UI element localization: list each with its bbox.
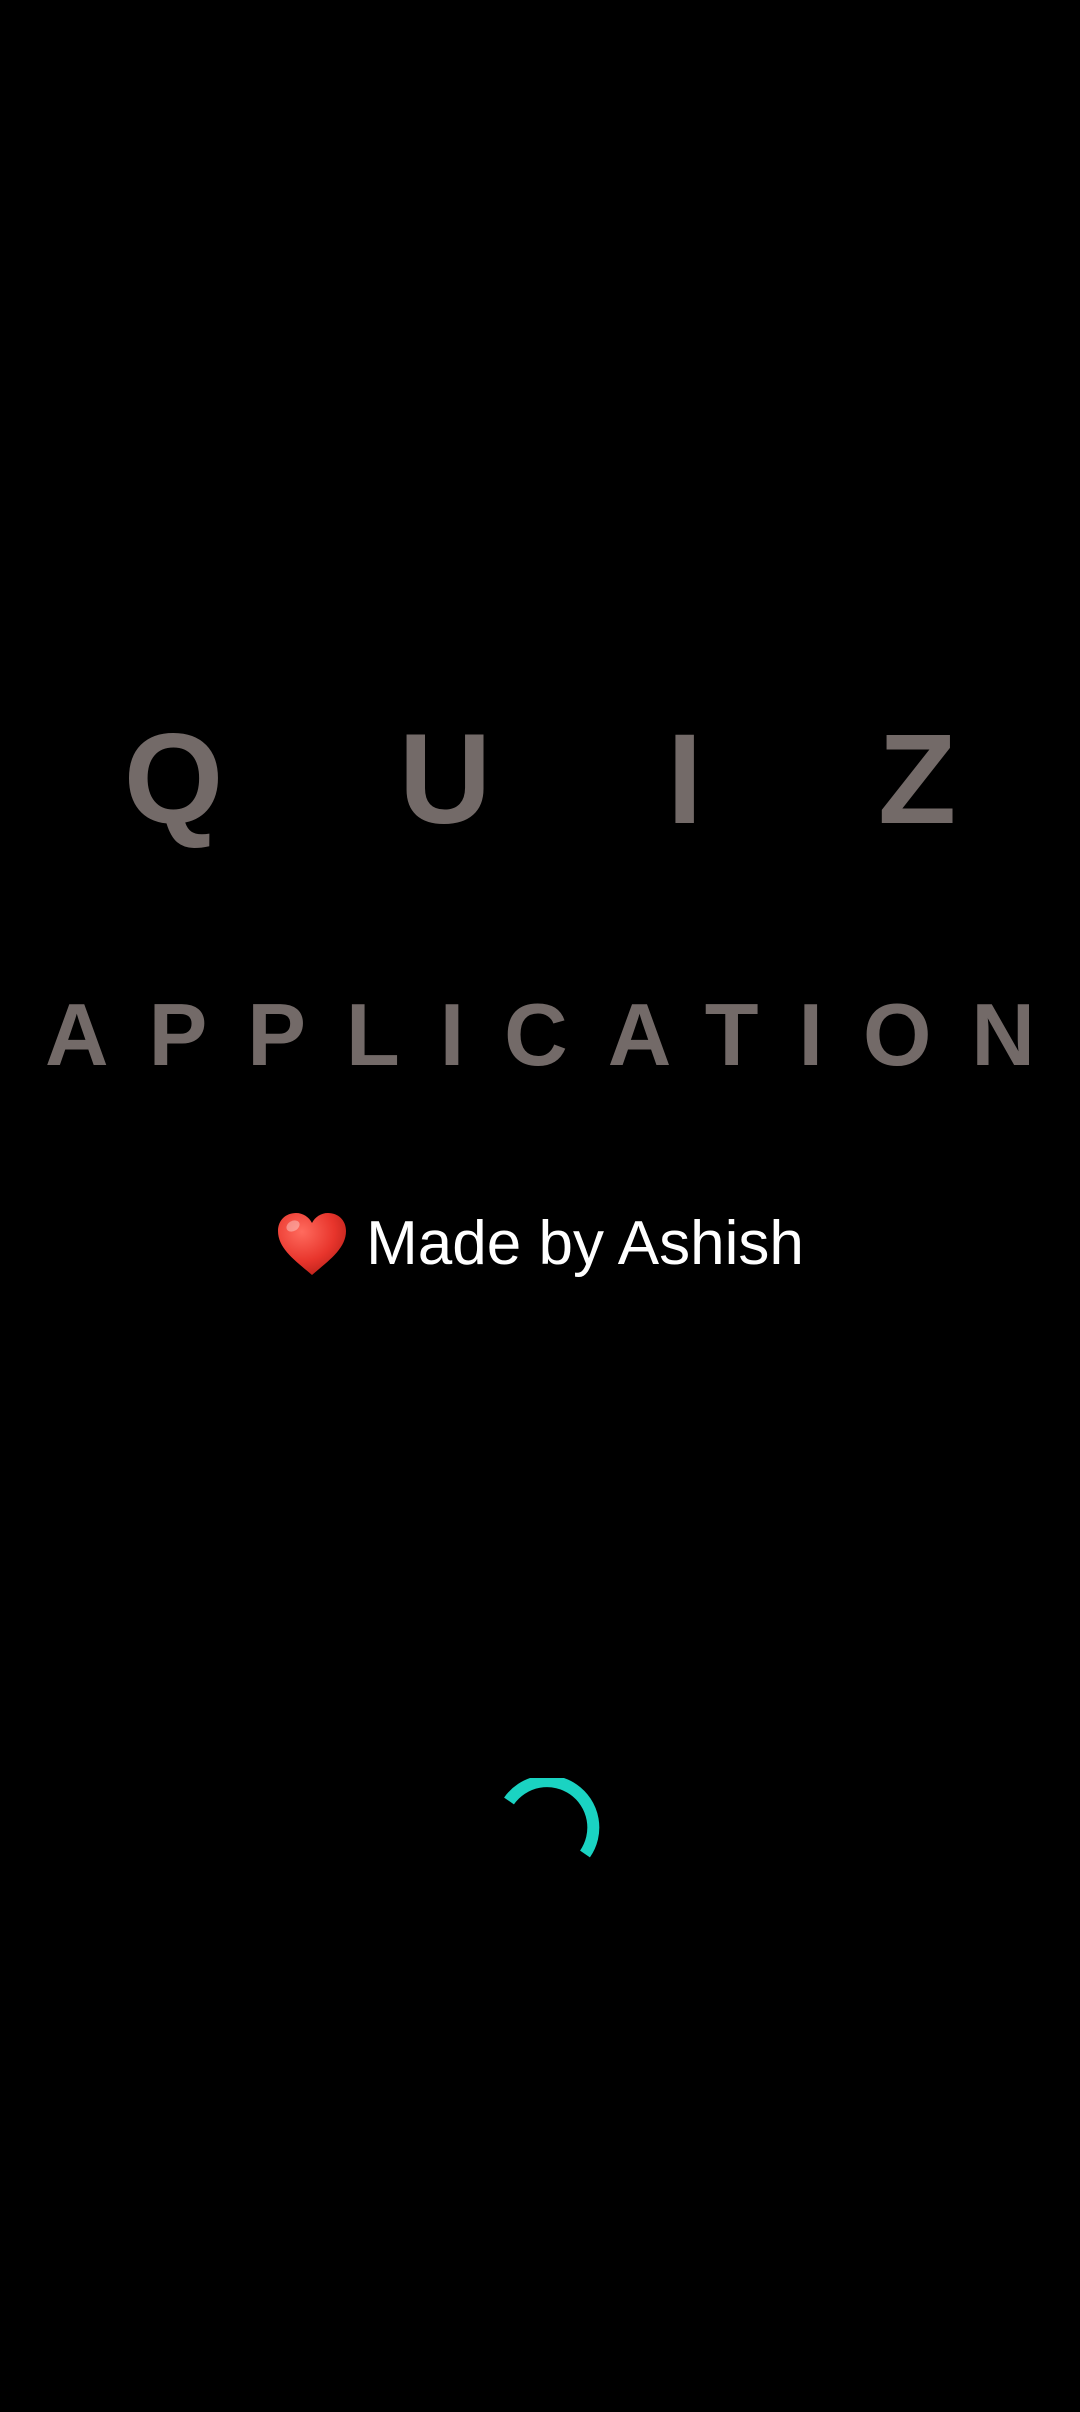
title-application: APPLICATION <box>45 985 1075 1084</box>
splash-screen: Q U I Z APPLICATION Made by Ashish <box>0 0 1080 2412</box>
title-quiz: Q U I Z <box>123 708 1027 851</box>
credit-text: Made by Ashish <box>366 1209 804 1278</box>
credit-line: Made by Ashish <box>0 1208 1080 1280</box>
heart-icon <box>278 1213 347 1275</box>
loading-spinner-icon <box>504 1778 600 1858</box>
